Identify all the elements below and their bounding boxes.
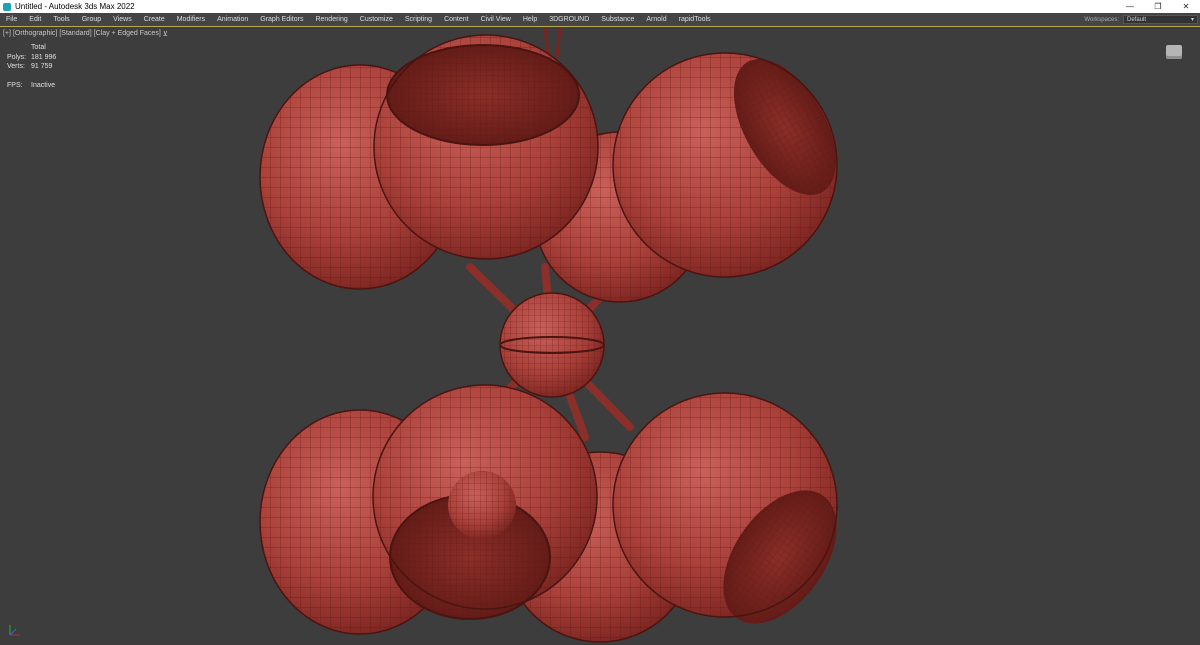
minimize-icon[interactable]: — [1116,2,1144,11]
menu-animation[interactable]: Animation [211,16,254,23]
menu-graph-editors[interactable]: Graph Editors [254,16,309,23]
menu-rapidtools[interactable]: rapidTools [673,16,717,23]
polys-label: Polys: [7,53,27,61]
title-bar: Untitled - Autodesk 3ds Max 2022 — ❐ ✕ [0,0,1200,13]
viewport-display-mode[interactable]: [Clay + Edged Faces] [94,30,161,38]
verts-value: 91 759 [31,63,53,70]
menu-bar: File Edit Tools Group Views Create Modif… [0,13,1200,26]
menu-content[interactable]: Content [438,16,475,23]
funnel-icon[interactable]: ⊻ [163,30,168,38]
menu-civil-view[interactable]: Civil View [475,16,517,23]
viewport-point-of-view[interactable]: [Orthographic] [13,30,57,38]
viewport[interactable]: [+] [Orthographic] [Standard] [Clay + Ed… [0,26,1200,645]
menu-3dground[interactable]: 3DGROUND [543,16,595,23]
fps-value: Inactive [31,81,56,89]
fps-label: FPS: [7,81,23,89]
menu-customize[interactable]: Customize [354,16,399,23]
menu-create[interactable]: Create [138,16,171,23]
globe-top-front [373,34,599,260]
menu-tools[interactable]: Tools [47,16,75,23]
window-title: Untitled - Autodesk 3ds Max 2022 [15,2,135,11]
close-icon[interactable]: ✕ [1172,2,1200,11]
menu-file[interactable]: File [0,16,23,23]
menu-edit[interactable]: Edit [23,16,47,23]
globe-top-right [612,52,838,278]
menu-modifiers[interactable]: Modifiers [171,16,211,23]
viewport-label[interactable]: [+] [Orthographic] [Standard] [Clay + Ed… [3,30,168,38]
axis-tripod-icon [9,625,20,636]
menu-views[interactable]: Views [107,16,138,23]
chevron-down-icon: ▾ [1190,17,1194,23]
workspaces-value: Default [1127,16,1147,23]
viewport-menu-plus[interactable]: [+] [3,30,11,38]
app-icon [3,2,11,11]
stats-overlay: Total Polys: 181 996 Verts: 91 759 FPS: Ina… [7,43,56,90]
menu-scripting[interactable]: Scripting [399,16,438,23]
menu-arnold[interactable]: Arnold [640,16,672,23]
viewcube-icon[interactable] [1166,45,1182,59]
menu-help[interactable]: Help [517,16,543,23]
menu-substance[interactable]: Substance [595,16,640,23]
viewport-shading-standard[interactable]: [Standard] [59,30,91,38]
workspaces-label: Workspaces: [1084,16,1119,23]
chandelier-model [259,27,838,643]
center-hub [499,292,605,398]
workspaces-dropdown[interactable]: Default ▾ [1123,15,1198,24]
stats-header: Total [31,44,46,51]
menu-group[interactable]: Group [76,16,107,23]
restore-icon[interactable]: ❐ [1144,2,1172,11]
verts-label: Verts: [7,63,25,70]
menu-rendering[interactable]: Rendering [309,16,353,23]
polys-value: 181 996 [31,53,57,61]
